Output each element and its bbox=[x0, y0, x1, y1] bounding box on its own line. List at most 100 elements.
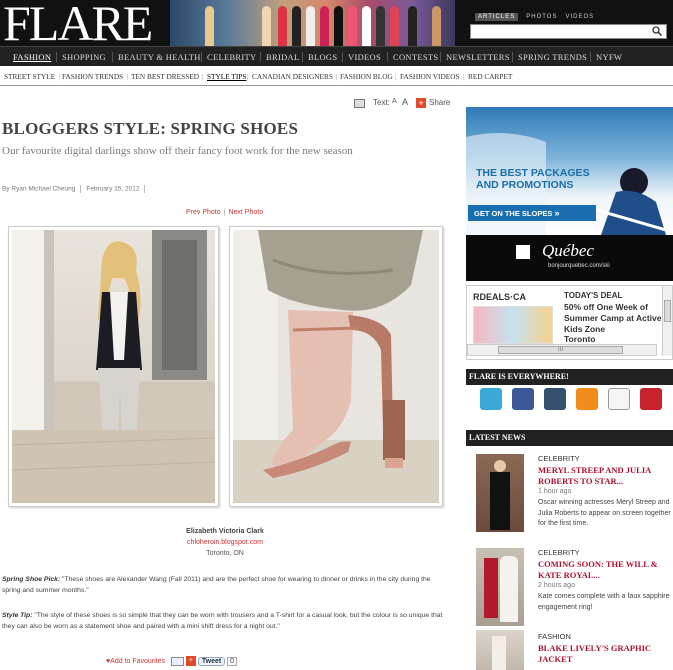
pinterest-icon[interactable] bbox=[640, 388, 662, 410]
nav-item-beauty-health[interactable]: BEAUTY & HEALTH bbox=[118, 52, 201, 62]
prev-photo-link[interactable]: Prev Photo bbox=[186, 209, 221, 216]
subnav-item-red-carpet[interactable]: RED CARPET bbox=[468, 72, 512, 81]
search-tab-photos[interactable]: PHOTOS bbox=[526, 14, 557, 20]
search-tab-articles[interactable]: ARTICLES bbox=[475, 13, 519, 21]
news-title[interactable]: MERYL STREEP AND JULIA ROBERTS TO STAR..… bbox=[538, 465, 668, 487]
article-date: February 15, 2012 bbox=[86, 185, 140, 193]
tumblr-icon[interactable] bbox=[544, 388, 566, 410]
photo-nav: Prev Photo | Next Photo bbox=[186, 209, 264, 216]
news-desc: Oscar winning actresses Meryl Streep and… bbox=[538, 499, 671, 527]
quebec-ad-headline: THE BEST PACKAGES AND PROMOTIONS bbox=[476, 167, 590, 191]
nav-item-blogs[interactable]: BLOGS bbox=[308, 52, 337, 62]
search-tab-videos[interactable]: VIDEOS bbox=[565, 14, 594, 20]
subnav-item-fashion-videos[interactable]: FASHION VIDEOS bbox=[400, 72, 460, 81]
caption-blog-link[interactable]: chloheroin.blogspot.com bbox=[0, 539, 450, 546]
style-tip-paragraph: Style Tip: "The style of these shoes is … bbox=[2, 610, 446, 632]
deals-image bbox=[473, 306, 553, 344]
quebec-ad-brand: Québec bbox=[542, 241, 594, 260]
article-author: By Ryan Michael Cheung bbox=[2, 185, 76, 193]
search-input[interactable] bbox=[470, 24, 667, 39]
nav-item-shopping[interactable]: SHOPPING bbox=[62, 52, 106, 62]
nav-item-videos[interactable]: VIDEOS bbox=[348, 52, 381, 62]
news-thumb[interactable] bbox=[476, 454, 524, 532]
share-button[interactable]: Share bbox=[429, 98, 450, 107]
nav-item-celebrity[interactable]: CELEBRITY bbox=[207, 52, 256, 62]
nav-item-spring-trends[interactable]: SPRING TRENDS bbox=[518, 52, 587, 62]
style-tip-label: Style Tip: bbox=[2, 612, 33, 619]
style-tip-text: "The style of these shoes is so simple t… bbox=[2, 612, 443, 630]
deals-scroll-thumb[interactable]: III bbox=[498, 346, 623, 354]
news-category: CELEBRITY bbox=[538, 454, 580, 463]
quebec-ad[interactable]: THE BEST PACKAGES AND PROMOTIONS GET ON … bbox=[466, 107, 673, 281]
text-size-label: Text: bbox=[373, 98, 390, 107]
add-favourites-link[interactable]: Add to Favourites bbox=[110, 658, 165, 665]
quebec-flag-icon bbox=[516, 245, 530, 259]
subnav-item-fashion-blog[interactable]: FASHION BLOG bbox=[340, 72, 393, 81]
outfit-illustration bbox=[12, 230, 215, 503]
subnav-item-style-tips[interactable]: STYLE TIPS bbox=[207, 72, 246, 81]
shoe-illustration bbox=[233, 230, 439, 503]
deals-vertical-scrollbar[interactable] bbox=[662, 286, 672, 356]
everywhere-heading: FLARE IS EVERYWHERE! bbox=[466, 369, 673, 385]
site-logo[interactable]: FLARE bbox=[3, 0, 153, 48]
email-icon[interactable] bbox=[170, 656, 184, 666]
nav-item-fashion[interactable]: FASHION bbox=[13, 52, 51, 62]
header-banner-image[interactable] bbox=[170, 0, 455, 46]
share-icon[interactable]: + bbox=[416, 98, 426, 108]
quebec-ad-cta-button[interactable]: GET ON THE SLOPES » bbox=[468, 205, 596, 221]
subnav-item-canadian-designers[interactable]: CANADIAN DESIGNERS bbox=[252, 72, 333, 81]
news-title[interactable]: COMING SOON: THE WILL & KATE ROYAL... bbox=[538, 559, 668, 581]
news-category: FASHION bbox=[538, 632, 571, 641]
quebec-ad-url: bonjourquebec.com/ski bbox=[548, 263, 610, 269]
photo-full-outfit[interactable] bbox=[8, 226, 219, 507]
photo-shoe-closeup[interactable] bbox=[229, 226, 443, 507]
nav-item-contests[interactable]: CONTESTS bbox=[393, 52, 438, 62]
deals-horizontal-scrollbar[interactable]: III bbox=[467, 344, 657, 356]
caption-location: Toronto, ON bbox=[206, 550, 244, 557]
deals-vscroll-thumb[interactable] bbox=[664, 300, 671, 322]
deals-title[interactable]: 50% off One Week of Summer Camp at Activ… bbox=[564, 302, 662, 335]
text-size-small-button[interactable]: A bbox=[392, 98, 397, 105]
tweet-button[interactable]: Tweet bbox=[197, 656, 226, 666]
latest-news-heading: LATEST NEWS bbox=[466, 430, 673, 446]
facebook-icon[interactable] bbox=[512, 388, 534, 410]
news-thumb[interactable] bbox=[476, 548, 524, 626]
deals-brand: RDEALS·CA bbox=[473, 292, 526, 302]
news-title[interactable]: BLAKE LIVELY'S GRAPHIC JACKET bbox=[538, 643, 668, 665]
article-subtitle: Our favourite digital darlings show off … bbox=[2, 145, 353, 157]
shoe-pick-text: "These shoes are Alexander Wang (Fall 20… bbox=[2, 576, 431, 594]
news-category: CELEBRITY bbox=[538, 548, 580, 557]
deals-widget[interactable]: RDEALS·CA TODAY'S DEAL 50% off One Week … bbox=[466, 285, 673, 360]
twitter-icon[interactable] bbox=[480, 388, 502, 410]
text-size-large-button[interactable]: A bbox=[402, 97, 408, 107]
sub-nav: STREET STYLE | FASHION TRENDS | TEN BEST… bbox=[0, 66, 673, 86]
search-tabs: ARTICLES PHOTOS VIDEOS bbox=[475, 13, 602, 21]
nav-item-nyfw[interactable]: NYFW bbox=[596, 52, 622, 62]
nav-item-bridal[interactable]: BRIDAL bbox=[266, 52, 299, 62]
shoe-pick-paragraph: Spring Shoe Pick: "These shoes are Alexa… bbox=[2, 574, 446, 596]
caption-name: Elizabeth Victoria Clark bbox=[186, 528, 264, 535]
nav-item-newsletters[interactable]: NEWSLETTERS bbox=[446, 52, 510, 62]
shoe-pick-label: Spring Shoe Pick: bbox=[2, 576, 61, 583]
site-header: FLARE ARTICLES PHOTOS VIDEOS bbox=[0, 0, 673, 48]
deals-city: Toronto bbox=[564, 334, 596, 344]
next-photo-link[interactable]: Next Photo bbox=[228, 209, 263, 216]
deals-label: TODAY'S DEAL bbox=[564, 291, 623, 300]
article-actions: ♥Add to Favourites + Tweet 0 bbox=[106, 656, 238, 666]
news-thumb[interactable] bbox=[476, 630, 524, 670]
search-icon[interactable] bbox=[652, 26, 662, 36]
article-byline: By Ryan Michael Cheung February 15, 2012 bbox=[2, 185, 150, 193]
subnav-item-fashion-trends[interactable]: FASHION TRENDS bbox=[62, 72, 123, 81]
subnav-item-ten-best-dressed[interactable]: TEN BEST DRESSED bbox=[131, 72, 199, 81]
news-time: 1 hour ago bbox=[538, 488, 572, 495]
news-time: 2 hours ago bbox=[538, 582, 575, 589]
main-nav: FASHION SHOPPING BEAUTY & HEALTH CELEBRI… bbox=[0, 46, 673, 66]
rss-icon[interactable] bbox=[576, 388, 598, 410]
tweet-count: 0 bbox=[227, 656, 238, 666]
subnav-item-street-style[interactable]: STREET STYLE bbox=[4, 72, 55, 81]
share-plus-icon[interactable]: + bbox=[185, 656, 196, 666]
news-desc: Kate comes complete with a faux sapphire… bbox=[538, 593, 670, 611]
article-title: BLOGGERS STYLE: SPRING SHOES bbox=[2, 119, 299, 138]
email-share-icon[interactable] bbox=[608, 388, 630, 410]
print-icon[interactable] bbox=[354, 99, 365, 108]
